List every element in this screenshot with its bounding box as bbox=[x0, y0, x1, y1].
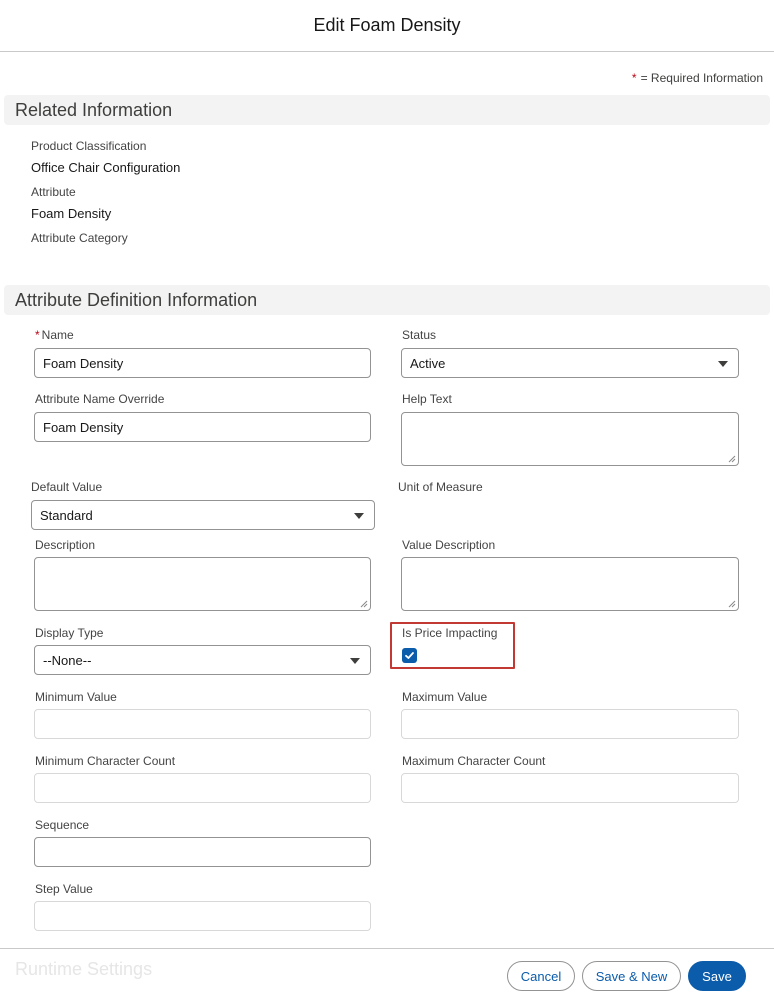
display-type-label: Display Type bbox=[35, 626, 104, 640]
name-override-value: Foam Density bbox=[43, 419, 124, 435]
name-override-label: Attribute Name Override bbox=[35, 392, 165, 406]
status-label: Status bbox=[402, 328, 437, 342]
required-info-note: * = Required Information bbox=[632, 71, 763, 85]
display-type-select[interactable]: --None-- bbox=[34, 645, 371, 675]
section-related-information[interactable]: Related Information bbox=[4, 95, 770, 125]
step-value-label: Step Value bbox=[35, 882, 93, 896]
sequence-label: Sequence bbox=[35, 818, 90, 832]
value-description-label: Value Description bbox=[402, 538, 496, 552]
attribute-category-label: Attribute Category bbox=[31, 231, 128, 245]
attribute-label: Attribute bbox=[31, 185, 76, 199]
maximum-value-input[interactable] bbox=[401, 709, 739, 739]
required-info-text: = Required Information bbox=[640, 71, 763, 85]
description-textarea[interactable] bbox=[34, 557, 371, 611]
section-title: Related Information bbox=[15, 99, 173, 120]
value-description-textarea[interactable] bbox=[401, 557, 739, 611]
chevron-down-icon bbox=[350, 658, 360, 664]
help-text-textarea[interactable] bbox=[401, 412, 739, 466]
unit-of-measure-label: Unit of Measure bbox=[398, 480, 483, 494]
sequence-input[interactable] bbox=[34, 837, 371, 867]
section-attribute-definition[interactable]: Attribute Definition Information bbox=[4, 285, 770, 315]
save-button[interactable]: Save bbox=[688, 961, 746, 991]
modal-title: Edit Foam Density bbox=[313, 15, 461, 35]
product-classification-label: Product Classification bbox=[31, 139, 147, 153]
max-char-count-input[interactable] bbox=[401, 773, 739, 803]
checkmark-icon bbox=[405, 652, 414, 659]
resize-grip-icon[interactable] bbox=[728, 600, 736, 608]
attribute-value: Foam Density bbox=[31, 206, 112, 221]
default-value-select-value: Standard bbox=[40, 507, 93, 523]
resize-grip-icon[interactable] bbox=[360, 600, 368, 608]
section-title: Attribute Definition Information bbox=[15, 289, 258, 310]
product-classification-value: Office Chair Configuration bbox=[31, 160, 181, 175]
name-label: * Name bbox=[35, 328, 74, 342]
minimum-value-label: Minimum Value bbox=[35, 690, 117, 704]
default-value-label: Default Value bbox=[31, 480, 103, 494]
modal-header: Edit Foam Density bbox=[0, 0, 774, 52]
step-value-input[interactable] bbox=[34, 901, 371, 931]
resize-grip-icon[interactable] bbox=[728, 455, 736, 463]
maximum-value-label: Maximum Value bbox=[402, 690, 488, 704]
name-input[interactable]: Foam Density bbox=[34, 348, 371, 378]
required-star: * bbox=[631, 71, 637, 85]
name-override-input[interactable]: Foam Density bbox=[34, 412, 371, 442]
runtime-settings-section-title: Runtime Settings bbox=[15, 959, 153, 979]
name-label-text: Name bbox=[41, 328, 74, 342]
required-star: * bbox=[35, 328, 40, 342]
chevron-down-icon bbox=[354, 513, 364, 519]
display-type-select-value: --None-- bbox=[43, 652, 92, 668]
chevron-down-icon bbox=[718, 361, 728, 367]
default-value-select[interactable]: Standard bbox=[31, 500, 375, 530]
save-and-new-button[interactable]: Save & New bbox=[582, 961, 681, 991]
min-char-count-input[interactable] bbox=[34, 773, 371, 803]
cancel-button[interactable]: Cancel bbox=[507, 961, 575, 991]
is-price-impacting-checkbox[interactable] bbox=[402, 648, 417, 663]
help-text-label: Help Text bbox=[402, 392, 452, 406]
name-input-value: Foam Density bbox=[43, 355, 124, 371]
description-label: Description bbox=[35, 538, 96, 552]
min-char-count-label: Minimum Character Count bbox=[35, 754, 176, 768]
status-select-value: Active bbox=[410, 355, 446, 371]
status-select[interactable]: Active bbox=[401, 348, 739, 378]
max-char-count-label: Maximum Character Count bbox=[402, 754, 546, 768]
minimum-value-input[interactable] bbox=[34, 709, 371, 739]
is-price-impacting-label: Is Price Impacting bbox=[402, 626, 498, 640]
